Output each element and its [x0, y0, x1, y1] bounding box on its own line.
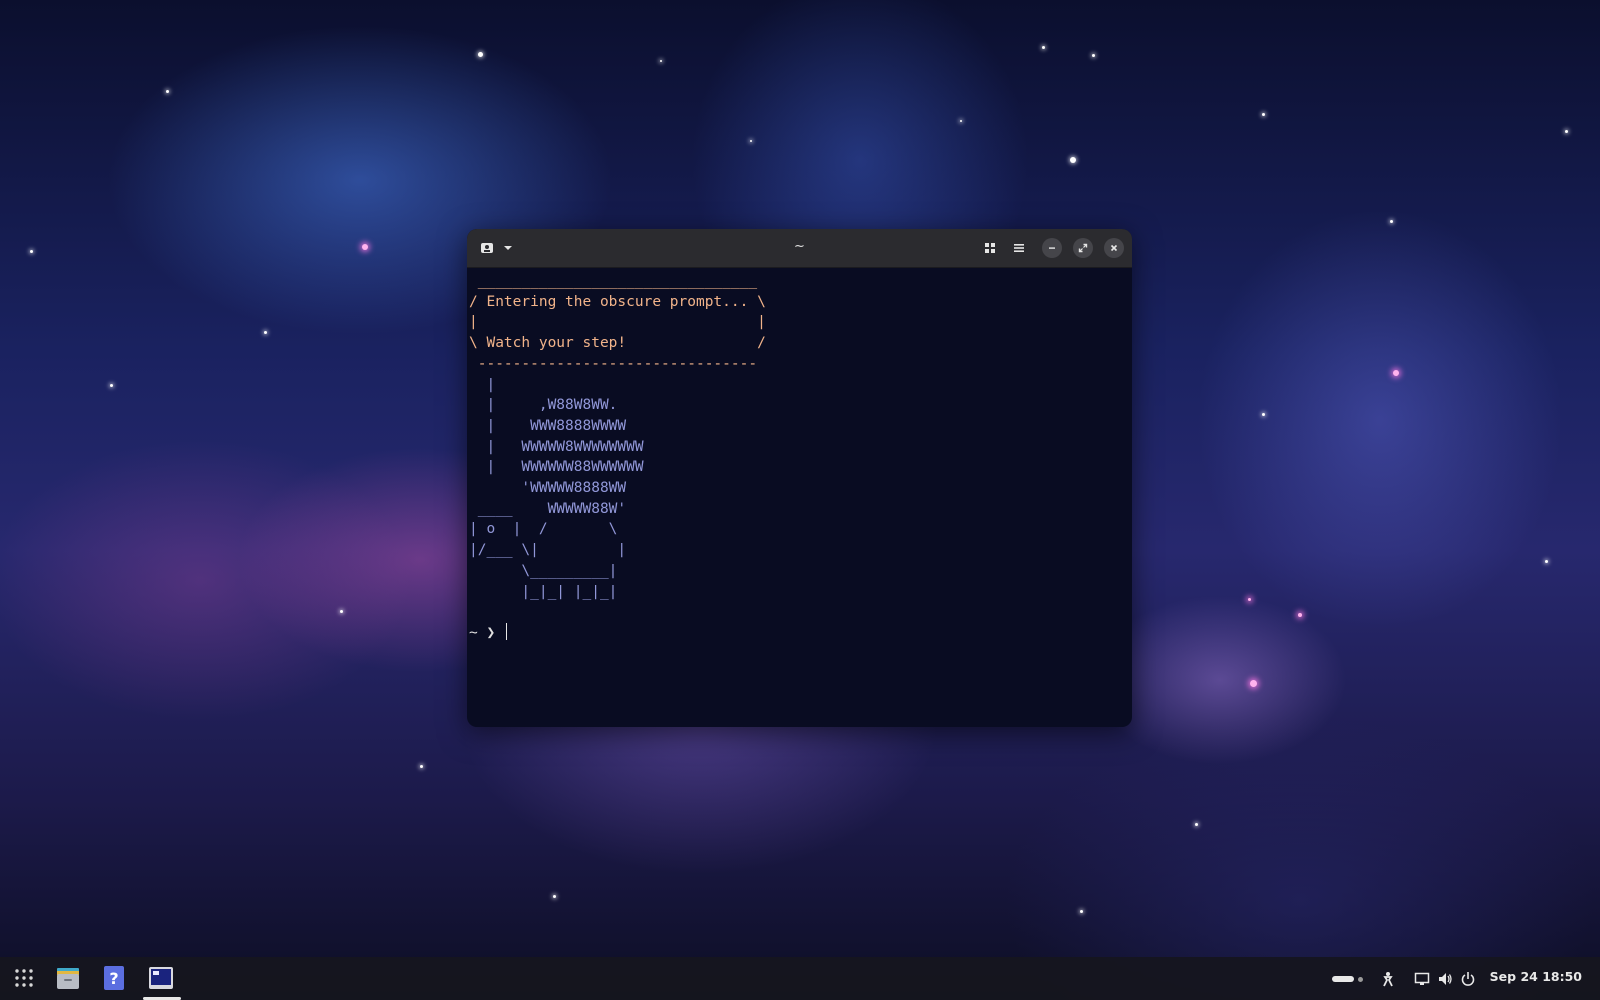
terminal-line: -------------------------------- [469, 355, 758, 372]
window-title: ~ [794, 239, 805, 254]
text-cursor [505, 622, 507, 640]
menu-button[interactable] [1009, 238, 1029, 258]
minimize-icon [1049, 247, 1055, 249]
display-icon [1414, 972, 1430, 985]
maximize-icon [1078, 243, 1088, 253]
accessibility-icon [1383, 972, 1393, 987]
terminal-line: | o | / \ [469, 521, 618, 538]
app-grid-button[interactable] [8, 962, 40, 994]
help-icon: ? [104, 966, 124, 990]
terminal-line: \_________| [469, 562, 618, 579]
prompt-line[interactable]: ~ ❯ [469, 622, 1132, 644]
taskbar: ? Sep 24 18:50 [0, 957, 1600, 1000]
power-icon [1461, 972, 1475, 986]
maximize-button[interactable] [1073, 238, 1093, 258]
hamburger-menu-icon [1014, 244, 1024, 252]
clock[interactable]: Sep 24 18:50 [1490, 969, 1582, 984]
accessibility-button[interactable] [1378, 970, 1398, 988]
files-icon [57, 968, 79, 989]
terminal-line: | WWW8888WWWW [469, 417, 627, 434]
terminal-line: |_|_| |_|_| [469, 583, 618, 600]
terminal-line: ________________________________ [469, 273, 758, 289]
power-button[interactable] [1458, 970, 1478, 988]
help-app-button[interactable]: ? [98, 962, 130, 994]
volume-icon [1439, 973, 1452, 985]
terminal-line: 'WWWWW8888WW [469, 480, 627, 497]
terminal-window[interactable]: ~ ________________________________ / Ent… [467, 229, 1132, 727]
terminal-line: | | [469, 314, 766, 331]
close-icon [1110, 244, 1118, 252]
terminal-line: \ Watch your step! / [469, 335, 766, 352]
display-button[interactable] [1412, 970, 1432, 988]
terminal-line: | WWWWWW88WWWWWW [469, 459, 644, 476]
svg-text:?: ? [109, 969, 118, 988]
grid-button[interactable] [980, 238, 1000, 258]
terminal-line: | WWWWW8WWWWWWWW [469, 438, 644, 455]
terminal-line: |/___ \| | [469, 542, 627, 559]
terminal-line: | ,W88W8WW. [469, 397, 618, 414]
terminal-line: ____ WWWWW88W' [469, 500, 627, 517]
grid-icon [985, 243, 995, 253]
terminal-icon [149, 967, 173, 989]
terminal-line: / Entering the obscure prompt... \ [469, 293, 766, 310]
workspace-indicator[interactable] [1330, 970, 1364, 988]
close-button[interactable] [1104, 238, 1124, 258]
volume-button[interactable] [1435, 970, 1455, 988]
files-app-button[interactable] [52, 962, 84, 994]
terminal-line: | [469, 376, 496, 393]
terminal-output[interactable]: ________________________________ / Enteri… [469, 271, 1132, 727]
app-grid-icon [15, 969, 33, 987]
shell-prompt: ~ ❯ [469, 624, 504, 641]
minimize-button[interactable] [1042, 238, 1062, 258]
terminal-app-button[interactable] [145, 962, 177, 994]
window-titlebar[interactable]: ~ [467, 229, 1132, 268]
